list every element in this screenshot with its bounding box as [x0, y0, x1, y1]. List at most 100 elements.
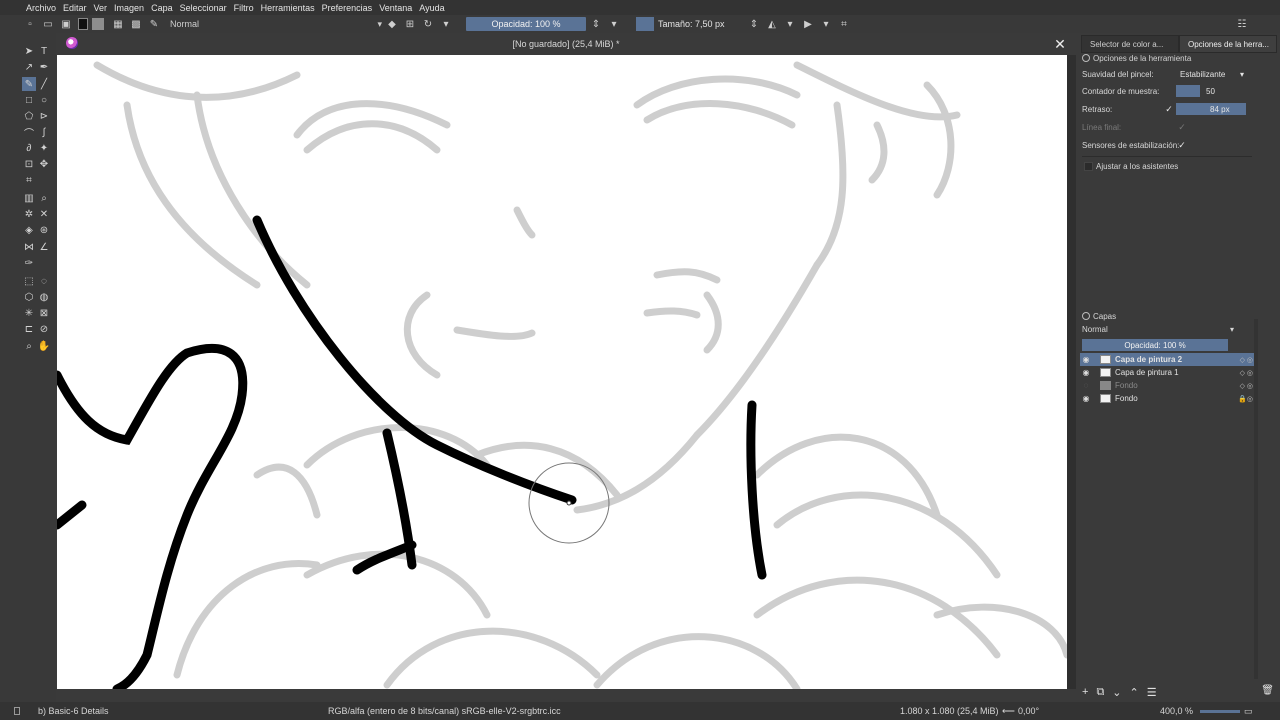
save-icon[interactable]: ▣: [60, 18, 72, 30]
move-up-icon[interactable]: ⌃: [1130, 686, 1139, 699]
menu-herramientas[interactable]: Herramientas: [261, 3, 315, 13]
pan-tool-icon[interactable]: ✋: [37, 339, 51, 353]
move-down-icon[interactable]: ⌄: [1112, 686, 1121, 699]
menu-imagen[interactable]: Imagen: [114, 3, 144, 13]
smoothing-dropdown[interactable]: Estabilizante ▾: [1176, 68, 1248, 80]
layer-row[interactable]: ◌ Fondo ◇ ◎: [1080, 379, 1256, 392]
crop-icon[interactable]: ⌗: [838, 18, 850, 30]
assistant-tool-icon[interactable]: ⋈: [22, 240, 36, 254]
transform-tool-icon[interactable]: ⊡: [22, 157, 36, 171]
crop-tool-icon[interactable]: ⌗: [22, 173, 36, 187]
fill-tool-icon[interactable]: ◈: [22, 223, 36, 237]
eye-hidden-icon[interactable]: ◌: [1080, 381, 1092, 391]
similar-select-icon[interactable]: ⊠: [37, 306, 51, 320]
layer-flags-icon[interactable]: ◇ ◎: [1228, 382, 1256, 390]
opacity-slider[interactable]: Opacidad: 100 %: [466, 17, 586, 31]
eye-icon[interactable]: ◉: [1080, 355, 1092, 365]
smart-patch-icon[interactable]: ✕: [37, 207, 51, 221]
menu-ventana[interactable]: Ventana: [379, 3, 412, 13]
calligraphy-icon[interactable]: ✒: [37, 60, 51, 74]
finish-line-checkbox[interactable]: ✓: [1177, 122, 1187, 132]
freehand-brush-icon[interactable]: ✎: [22, 77, 36, 91]
multibrush-icon[interactable]: ✦: [37, 141, 51, 155]
select-shapes-icon[interactable]: ➤: [22, 44, 36, 58]
workspace-icon[interactable]: ☷: [1236, 18, 1248, 30]
pattern-icon[interactable]: ▩: [130, 18, 142, 30]
layer-flags-icon[interactable]: ◇ ◎: [1228, 356, 1256, 364]
rotation-icon[interactable]: ⟵: [1002, 706, 1015, 717]
mirror-horizontal-icon[interactable]: ◭: [766, 18, 778, 30]
chevron-down-icon[interactable]: ▾: [820, 18, 832, 30]
delay-field[interactable]: 84 px: [1176, 103, 1246, 115]
layers-scrollbar[interactable]: [1254, 319, 1258, 679]
duplicate-layer-icon[interactable]: ⧉: [1096, 686, 1104, 699]
colorize-mask-icon[interactable]: ✲: [22, 207, 36, 221]
menu-filtro[interactable]: Filtro: [234, 3, 254, 13]
line-tool-icon[interactable]: ╱: [37, 77, 51, 91]
tab-tool-options[interactable]: Opciones de la herra...: [1179, 35, 1277, 53]
color-picker-icon[interactable]: ⌕: [37, 191, 51, 205]
polygon-tool-icon[interactable]: ⬠: [22, 109, 36, 123]
rect-select-icon[interactable]: ⬚: [22, 274, 36, 288]
edit-shapes-icon[interactable]: ↗: [22, 60, 36, 74]
zoom-tool-icon[interactable]: ⌕: [22, 339, 36, 353]
blend-mode-dropdown[interactable]: Normal ▾: [166, 17, 386, 31]
freehand-select-icon[interactable]: ◍: [37, 290, 51, 304]
size-slider[interactable]: Tamaño: 7,50 px: [654, 17, 748, 31]
mirror-vertical-icon[interactable]: ▶: [802, 18, 814, 30]
menu-capa[interactable]: Capa: [151, 3, 173, 13]
delay-checkbox[interactable]: ✓: [1164, 104, 1174, 114]
color-swatches[interactable]: [78, 18, 106, 30]
background-color[interactable]: [92, 18, 104, 30]
drawing-canvas[interactable]: [57, 55, 1067, 689]
spin-arrows-icon[interactable]: ⇕: [748, 18, 760, 30]
chevron-down-icon[interactable]: ▾: [784, 18, 796, 30]
layer-row[interactable]: ◉ Capa de pintura 2 ◇ ◎: [1080, 353, 1256, 366]
menu-preferencias[interactable]: Preferencias: [322, 3, 373, 13]
sample-count-field[interactable]: 50: [1202, 85, 1246, 97]
move-tool-icon[interactable]: ✥: [37, 157, 51, 171]
chevron-down-icon[interactable]: ▾: [608, 18, 620, 30]
enclose-fill-icon[interactable]: ⊛: [37, 223, 51, 237]
foreground-color[interactable]: [78, 18, 88, 30]
assistants-checkbox[interactable]: [1084, 162, 1093, 171]
layer-row[interactable]: ◉ Capa de pintura 1 ◇ ◎: [1080, 366, 1256, 379]
bezier-select-icon[interactable]: ⊏: [22, 322, 36, 336]
vertical-scrollbar[interactable]: [1067, 55, 1076, 689]
tab-color-selector[interactable]: Selector de color a...: [1081, 35, 1179, 53]
layer-row[interactable]: ◉ Fondo 🔒◎: [1080, 392, 1256, 405]
menu-ver[interactable]: Ver: [94, 3, 108, 13]
brush-preset-icon[interactable]: ✎: [148, 18, 160, 30]
reload-icon[interactable]: ↻: [422, 18, 434, 30]
new-document-icon[interactable]: ▫: [24, 18, 36, 30]
eye-icon[interactable]: ◉: [1080, 368, 1092, 378]
gradient-icon[interactable]: ▦: [112, 18, 124, 30]
magnetic-select-icon[interactable]: ⊘: [37, 322, 51, 336]
eraser-icon[interactable]: ◆: [386, 18, 398, 30]
delete-layer-icon[interactable]: 🗑: [1261, 685, 1274, 696]
add-layer-icon[interactable]: +: [1082, 686, 1088, 698]
contiguous-select-icon[interactable]: ✳: [22, 306, 36, 320]
open-folder-icon[interactable]: ▭: [42, 18, 54, 30]
gradient-tool-icon[interactable]: ▥: [22, 191, 36, 205]
reference-tool-icon[interactable]: ✑: [22, 256, 36, 270]
dynamic-brush-icon[interactable]: ∂: [22, 141, 36, 155]
menu-seleccionar[interactable]: Seleccionar: [180, 3, 227, 13]
rectangle-tool-icon[interactable]: □: [22, 93, 36, 107]
text-tool-icon[interactable]: T: [37, 44, 51, 58]
measure-tool-icon[interactable]: ∠: [37, 240, 51, 254]
stabilizer-sensors-checkbox[interactable]: ✓: [1177, 140, 1187, 150]
alpha-lock-icon[interactable]: ⊞: [404, 18, 416, 30]
ellipse-tool-icon[interactable]: ○: [37, 93, 51, 107]
bezier-tool-icon[interactable]: ⌒: [22, 125, 36, 140]
freehand-path-icon[interactable]: ∫: [37, 125, 51, 139]
zoom-slider[interactable]: [1200, 710, 1240, 713]
polygon-select-icon[interactable]: ⬡: [22, 290, 36, 304]
menu-editar[interactable]: Editar: [63, 3, 87, 13]
horizontal-scrollbar[interactable]: [57, 689, 1067, 697]
spin-arrows-icon[interactable]: ⇕: [590, 18, 602, 30]
close-icon[interactable]: ✕: [1052, 36, 1068, 52]
menu-archivo[interactable]: Archivo: [26, 3, 56, 13]
layer-opacity-slider[interactable]: Opacidad: 100 %: [1082, 339, 1228, 351]
polyline-tool-icon[interactable]: ⊳: [37, 109, 51, 123]
